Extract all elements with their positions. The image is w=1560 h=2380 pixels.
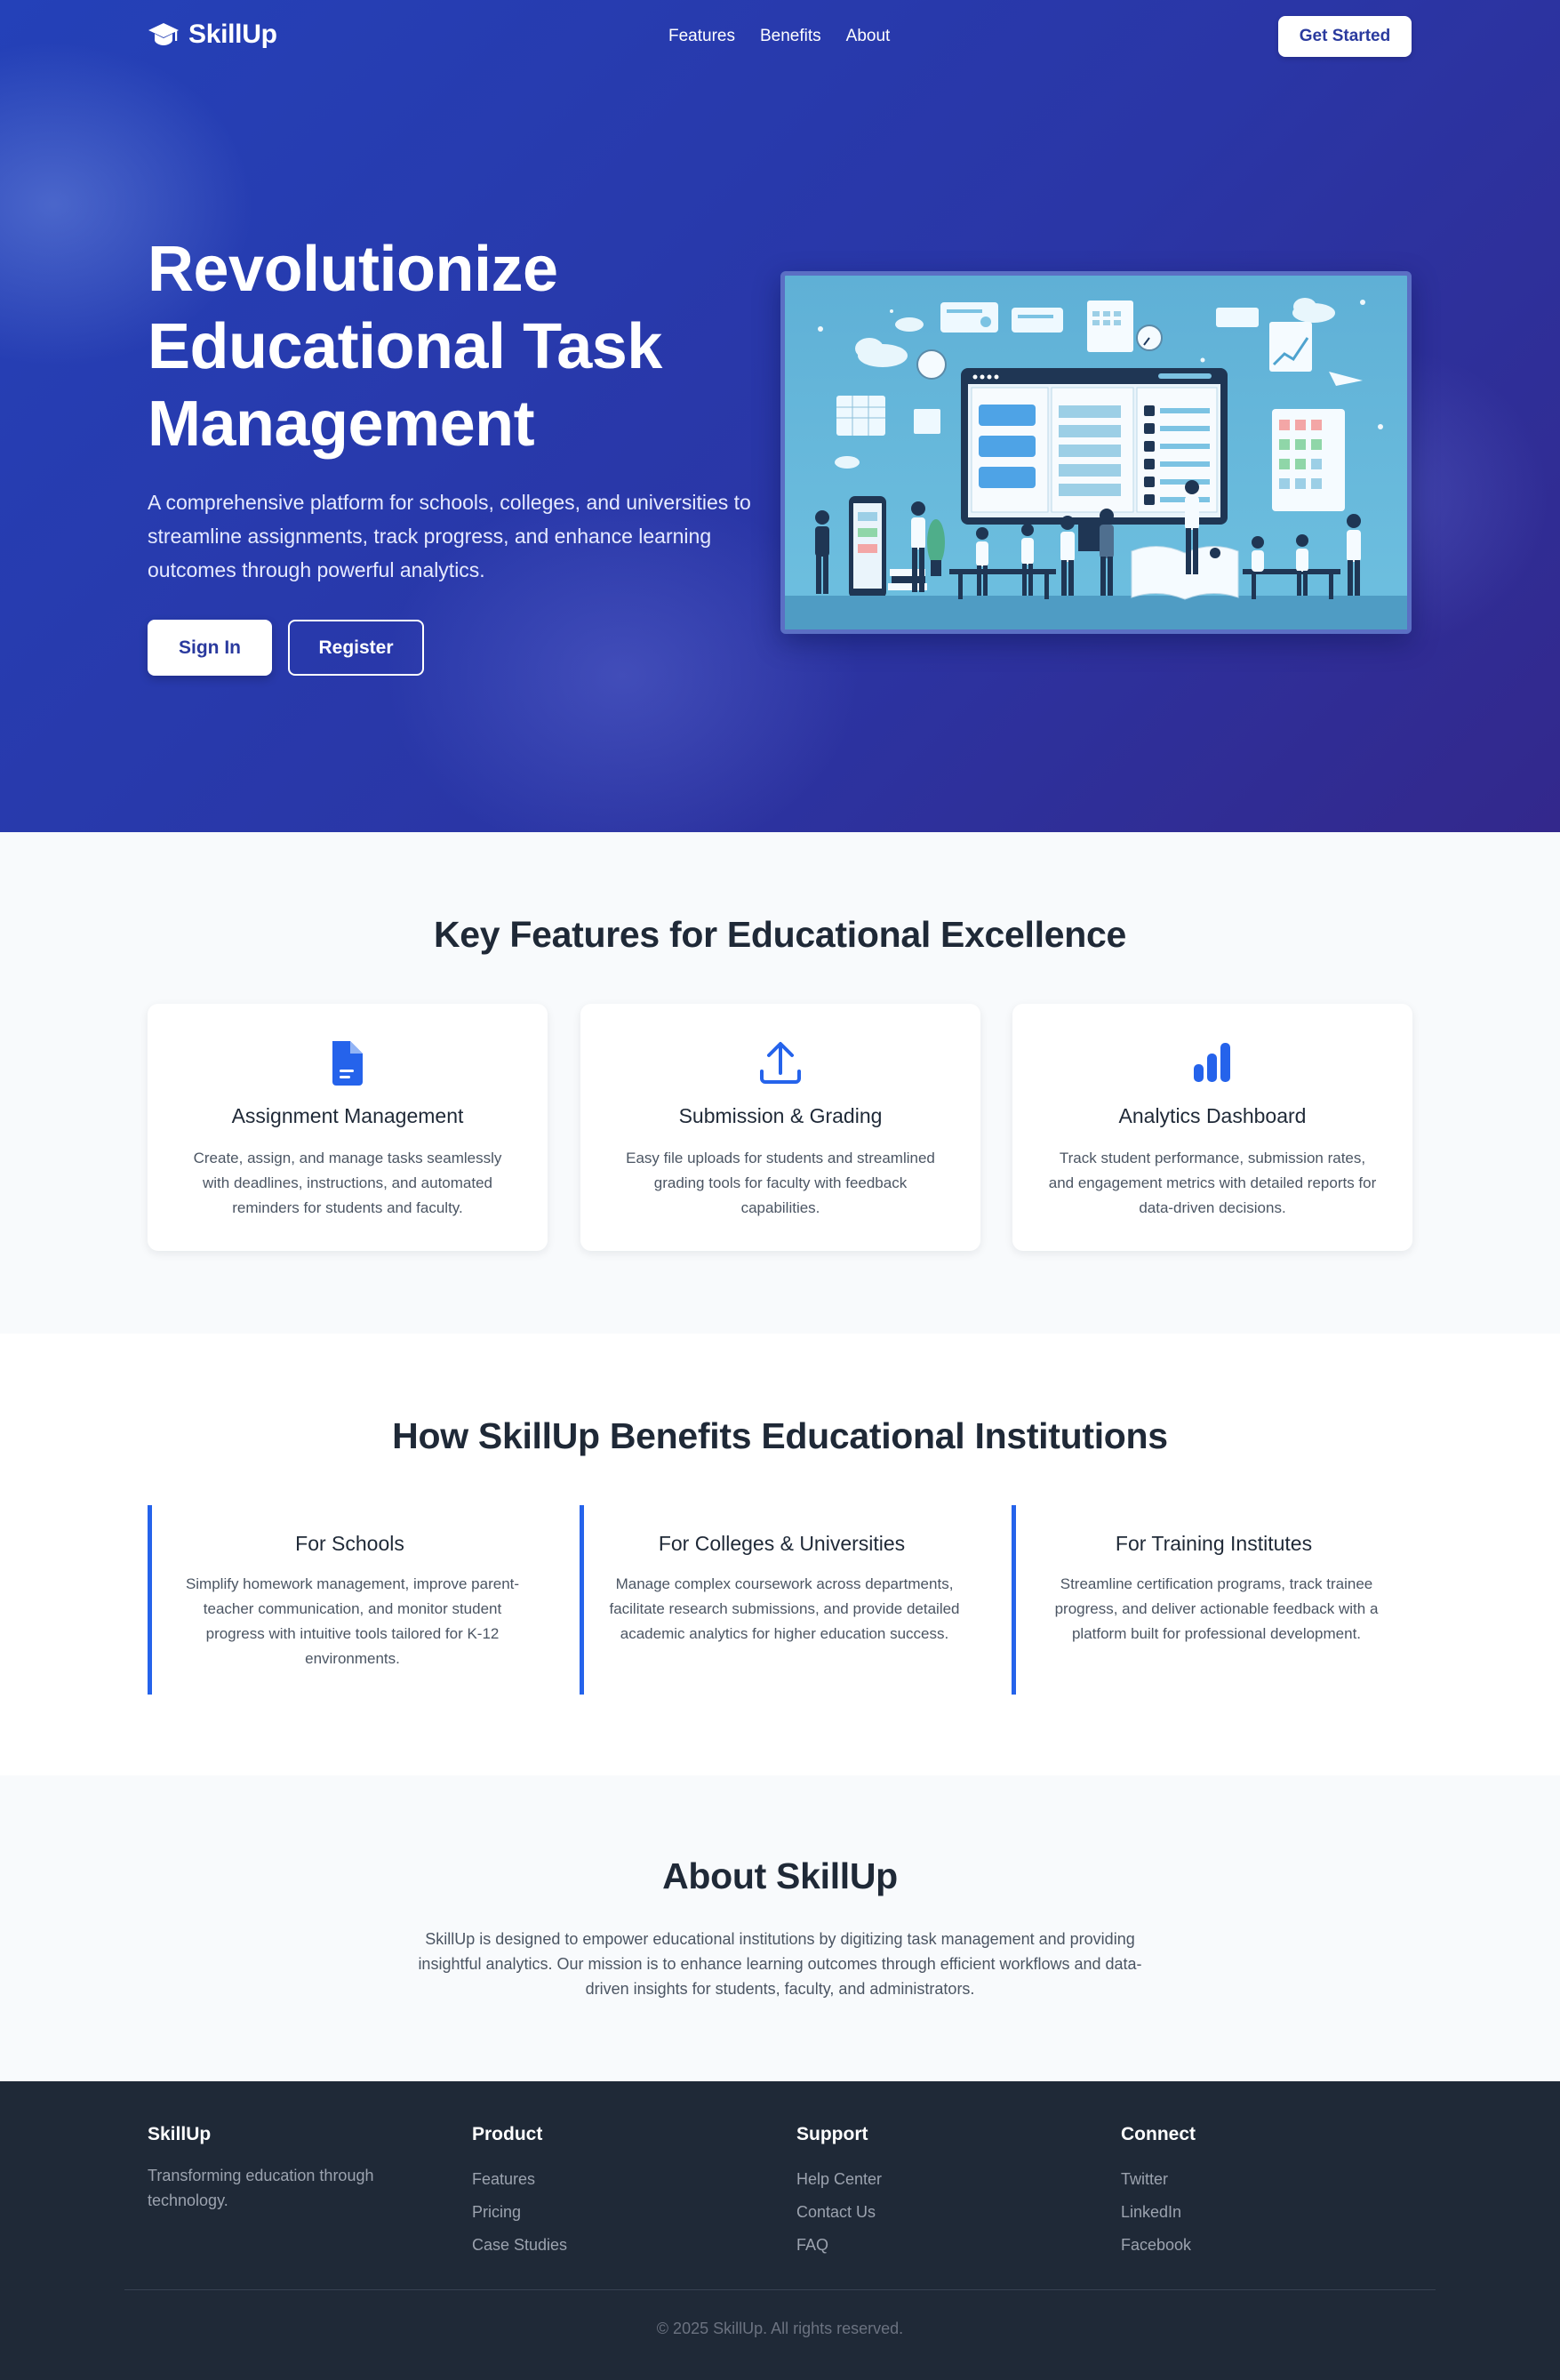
feature-card-submission: Submission & Grading Easy file uploads f… [580, 1004, 980, 1251]
copyright-text: © 2025 SkillUp. All rights reserved. [656, 2320, 904, 2337]
about-section: About SkillUp SkillUp is designed to emp… [0, 1775, 1560, 2081]
benefit-card-title: For Colleges & Universities [658, 1532, 906, 1555]
benefit-card-text: Simplify homework management, improve pa… [185, 1575, 520, 1667]
nav-links: Features Benefits About [668, 27, 890, 46]
footer-tagline: Transforming education through technolog… [148, 2167, 374, 2209]
feature-card-analytics: Analytics Dashboard Track student perfor… [1012, 1004, 1412, 1251]
features-section: Key Features for Educational Excellence … [0, 832, 1560, 1334]
graduation-cap-icon [148, 23, 179, 45]
footer-support-column: Support Help Center Contact Us FAQ [796, 2124, 1063, 2262]
feature-card-assignment: Assignment Management Create, assign, an… [148, 1004, 548, 1251]
feature-card-text: Track student performance, submission ra… [1048, 1150, 1377, 1216]
footer-link-case-studies[interactable]: Case Studies [472, 2229, 739, 2262]
upload-icon [760, 1042, 801, 1084]
feature-card-text: Create, assign, and manage tasks seamles… [193, 1150, 502, 1216]
footer-link-help-center[interactable]: Help Center [796, 2163, 1063, 2196]
benefit-card-training: For Training Institutes Streamline certi… [1012, 1505, 1412, 1695]
footer-link-facebook[interactable]: Facebook [1121, 2229, 1388, 2262]
benefit-card-title: For Training Institutes [1115, 1532, 1313, 1555]
nav-link-features[interactable]: Features [668, 27, 735, 46]
footer-brand-column: SkillUp Transforming education through t… [148, 2124, 414, 2213]
footer-divider [124, 2289, 1436, 2290]
footer-link-faq[interactable]: FAQ [796, 2229, 1063, 2262]
features-title: Key Features for Educational Excellence [434, 914, 1126, 955]
get-started-button[interactable]: Get Started [1278, 16, 1412, 57]
benefit-card-text: Streamline certification programs, track… [1054, 1575, 1379, 1642]
feature-card-title: Analytics Dashboard [1118, 1104, 1307, 1127]
footer-link-linkedin[interactable]: LinkedIn [1121, 2196, 1388, 2229]
sign-in-button[interactable]: Sign In [148, 620, 272, 676]
register-button[interactable]: Register [288, 620, 424, 676]
feature-card-title: Submission & Grading [678, 1104, 883, 1127]
nav-link-benefits[interactable]: Benefits [760, 27, 821, 46]
footer-connect-column: Connect Twitter LinkedIn Facebook [1121, 2124, 1388, 2262]
footer-link-pricing[interactable]: Pricing [472, 2196, 739, 2229]
benefit-card-title: For Schools [295, 1532, 404, 1555]
benefits-title: How SkillUp Benefits Educational Institu… [392, 1415, 1168, 1456]
nav-link-about[interactable]: About [846, 27, 891, 46]
footer-column-title: Product [472, 2124, 543, 2144]
footer-column-title: Support [796, 2124, 868, 2144]
benefits-section: How SkillUp Benefits Educational Institu… [0, 1334, 1560, 1775]
footer-brand-name: SkillUp [148, 2124, 212, 2144]
hero-illustration [780, 271, 1412, 634]
footer-link-features[interactable]: Features [472, 2163, 739, 2196]
benefit-card-schools: For Schools Simplify homework management… [148, 1505, 548, 1695]
bar-chart-icon [1194, 1043, 1230, 1082]
top-navbar: SkillUp Features Benefits About Get Star… [0, 0, 1560, 75]
document-icon [332, 1041, 363, 1086]
footer-column-title: Connect [1121, 2124, 1196, 2144]
footer-link-contact-us[interactable]: Contact Us [796, 2196, 1063, 2229]
brand-logo[interactable]: SkillUp [148, 20, 277, 50]
about-text: SkillUp is designed to empower education… [418, 1930, 1142, 1998]
hero-subtitle: A comprehensive platform for schools, co… [148, 491, 751, 581]
hero-section: SkillUp Features Benefits About Get Star… [0, 0, 1560, 832]
benefit-card-text: Manage complex coursework across departm… [609, 1575, 960, 1642]
benefit-card-colleges: For Colleges & Universities Manage compl… [580, 1505, 980, 1695]
hero-title: Revolutionize Educational Task Managemen… [148, 234, 662, 460]
feature-card-text: Easy file uploads for students and strea… [626, 1150, 935, 1216]
site-footer: SkillUp Transforming education through t… [0, 2081, 1560, 2380]
footer-product-column: Product Features Pricing Case Studies [472, 2124, 739, 2262]
footer-link-twitter[interactable]: Twitter [1121, 2163, 1388, 2196]
brand-name: SkillUp [188, 20, 277, 49]
classroom-dashboard-illustration [785, 298, 1407, 629]
feature-card-title: Assignment Management [231, 1104, 464, 1127]
about-title: About SkillUp [662, 1855, 898, 1896]
